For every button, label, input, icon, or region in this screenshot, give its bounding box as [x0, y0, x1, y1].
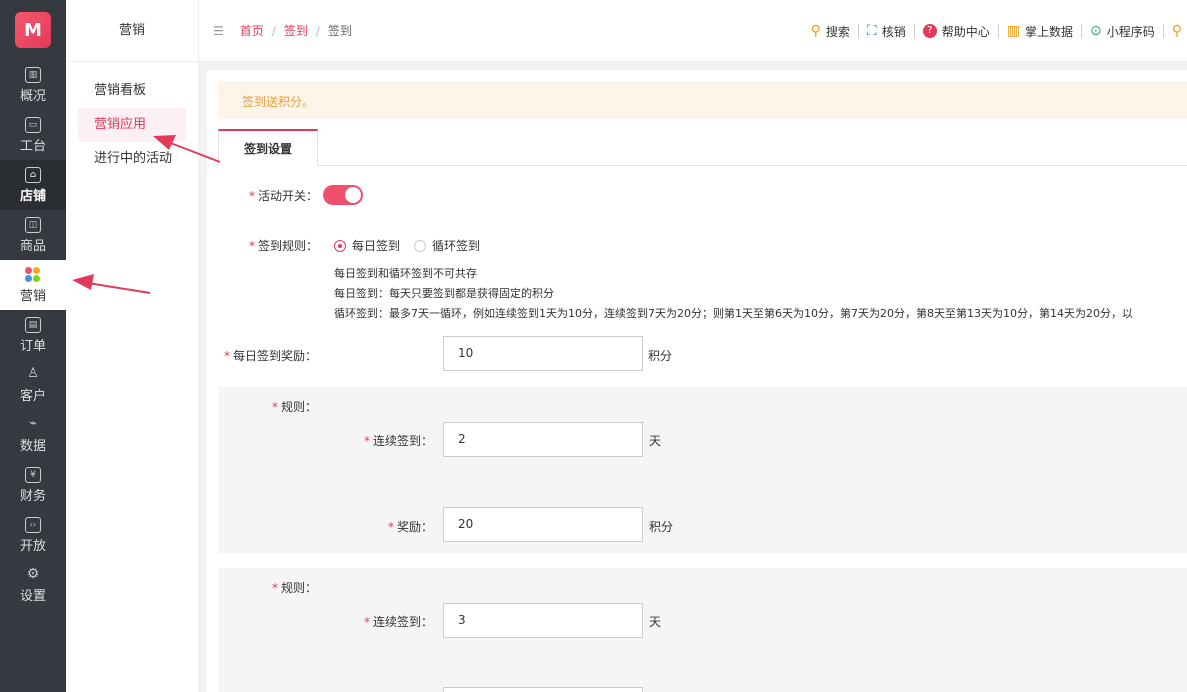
nav-label: 店铺 — [19, 188, 46, 204]
collapse-menu-icon[interactable]: ☰ — [213, 24, 224, 38]
tool-label: 掌上数据 — [1024, 24, 1073, 39]
bag-icon: ◫ — [25, 216, 41, 233]
app-logo[interactable]: M — [0, 0, 66, 60]
chart-icon: ▥ — [1006, 23, 1020, 39]
verify-button[interactable]: ⛶ 核销 — [859, 23, 915, 39]
tool-label: 搜索 — [825, 24, 850, 39]
search-icon: ⚲ — [810, 23, 821, 39]
nav-item-goods[interactable]: ◫ 商品 — [0, 210, 66, 260]
daily-reward-label: * 每日签到奖励： — [224, 349, 318, 363]
logo-icon: M — [15, 12, 51, 48]
daily-reward-input[interactable]: 10 — [443, 336, 643, 371]
secondary-sidebar: 营销 营销看板 营销应用 进行中的活动 — [66, 0, 199, 692]
nav-label: 订单 — [19, 338, 46, 354]
rule-box-2: * 规则： * 连续签到： 3 天 — [218, 568, 1187, 692]
rule-desc-1: 每日签到和循环签到不可共存 — [334, 267, 477, 280]
radio-dot — [334, 239, 346, 252]
order-icon: ▤ — [25, 316, 41, 333]
more-icon: ⚲ — [1171, 23, 1182, 39]
scan-icon: ⛶ — [866, 23, 877, 39]
finance-icon: ¥ — [25, 466, 41, 483]
subnav-title: 营销 — [66, 0, 198, 62]
consecutive-days-input[interactable]: 2 — [443, 422, 643, 457]
nav-label: 客户 — [19, 388, 46, 404]
nav-label: 概况 — [19, 88, 46, 104]
radio-daily[interactable]: 每日签到 — [334, 237, 400, 254]
breadcrumb-separator: / — [315, 23, 320, 38]
subnav-item-dashboard[interactable]: 营销看板 — [66, 74, 198, 108]
help-center-button[interactable]: ? 帮助中心 — [915, 24, 999, 39]
primary-sidebar: M ▥ 概况 ▭ 工台 ⌂ 店铺 ◫ 商品 营销 ▤ 订单 ♙ 客户 ⌁ 数据 … — [0, 0, 66, 692]
breadcrumb-home[interactable]: 首页 — [240, 22, 264, 39]
nav-item-customers[interactable]: ♙ 客户 — [0, 360, 66, 410]
tool-label: 核销 — [881, 24, 906, 39]
tool-label: 小程序码 — [1106, 24, 1155, 39]
nav-item-overview[interactable]: ▥ 概况 — [0, 60, 66, 110]
tab-checkin-settings[interactable]: 签到设置 — [218, 129, 318, 166]
nav-label: 财务 — [19, 488, 46, 504]
tab-bar: 签到设置 — [218, 129, 1187, 166]
miniapp-code-button[interactable]: ⊙ 小程序码 — [1082, 23, 1164, 39]
rule-title: * 规则： — [272, 581, 318, 595]
radio-dot — [414, 239, 426, 252]
subnav-item-apps[interactable]: 营销应用 — [78, 108, 186, 142]
consecutive-days-label: * 连续签到： — [364, 615, 434, 629]
switch-label: * 活动开关： — [249, 189, 319, 203]
help-icon: ? — [922, 24, 937, 38]
mobile-data-button[interactable]: ▥ 掌上数据 — [999, 23, 1082, 39]
main-content: 签到送积分。 签到设置 * 活动开关： * 签到规则： 每日签到 循环签到 每日签到… — [207, 70, 1187, 692]
nav-item-settings[interactable]: ⚙ 设置 — [0, 560, 66, 610]
nav-item-open[interactable]: ‹› 开放 — [0, 510, 66, 560]
reward-input-partial[interactable] — [443, 687, 643, 692]
customer-icon: ♙ — [27, 365, 39, 381]
activity-toggle[interactable] — [323, 185, 363, 205]
marketing-icon — [25, 266, 41, 283]
nav-label: 商品 — [19, 238, 46, 254]
tool-label: 帮助中心 — [941, 24, 990, 39]
settings-icon: ⚙ — [26, 565, 40, 582]
radio-cycle[interactable]: 循环签到 — [414, 237, 480, 254]
nav-item-finance[interactable]: ¥ 财务 — [0, 460, 66, 510]
nav-label: 营销 — [19, 288, 46, 304]
rule-box-1: * 规则： * 连续签到： 2 天 * 奖励： 20 积分 — [218, 387, 1187, 553]
nav-item-store[interactable]: ⌂ 店铺 — [0, 160, 66, 210]
breadcrumb: 首页 / 签到 / 签到 — [240, 22, 352, 39]
consecutive-days-input[interactable]: 3 — [443, 603, 643, 638]
nav-label: 工台 — [19, 138, 46, 154]
subnav-item-ongoing[interactable]: 进行中的活动 — [66, 142, 198, 176]
reward-unit: 积分 — [649, 520, 674, 534]
top-header: ☰ 首页 / 签到 / 签到 ⚲ 搜索 ⛶ 核销 ? 帮助中心 ▥ 掌上数据 ⊙… — [199, 0, 1187, 62]
rule-title: * 规则： — [272, 400, 318, 414]
nav-label: 开放 — [19, 538, 46, 554]
breadcrumb-separator: / — [271, 23, 276, 38]
data-icon: ⌁ — [29, 415, 37, 431]
miniapp-icon: ⊙ — [1089, 23, 1102, 39]
overview-icon: ▥ — [25, 66, 41, 83]
notice-bar: 签到送积分。 — [218, 81, 1187, 119]
search-button[interactable]: ⚲ 搜索 — [803, 23, 859, 39]
days-unit: 天 — [649, 615, 662, 629]
breadcrumb-checkin[interactable]: 签到 — [284, 22, 308, 39]
reward-input[interactable]: 20 — [443, 507, 643, 542]
more-tool-button[interactable]: ⚲ — [1164, 23, 1187, 39]
consecutive-days-label: * 连续签到： — [364, 434, 434, 448]
rule-label: * 签到规则： — [249, 239, 319, 253]
monitor-icon: ▭ — [25, 116, 41, 133]
nav-item-marketing[interactable]: 营销 — [0, 260, 66, 310]
open-icon: ‹› — [25, 516, 41, 533]
nav-item-orders[interactable]: ▤ 订单 — [0, 310, 66, 360]
nav-label: 数据 — [19, 438, 46, 454]
breadcrumb-current: 签到 — [327, 24, 352, 38]
daily-reward-unit: 积分 — [648, 349, 673, 363]
header-toolbar: ⚲ 搜索 ⛶ 核销 ? 帮助中心 ▥ 掌上数据 ⊙ 小程序码 ⚲ — [803, 0, 1187, 62]
nav-item-data[interactable]: ⌁ 数据 — [0, 410, 66, 460]
rule-desc-2: 每日签到：每天只要签到都是获得固定的积分 — [334, 287, 554, 300]
rule-desc-3: 循环签到：最多7天一循环，例如连续签到1天为10分，连续签到7天为20分；则第1… — [334, 307, 1133, 320]
nav-item-workbench[interactable]: ▭ 工台 — [0, 110, 66, 160]
days-unit: 天 — [649, 434, 662, 448]
nav-label: 设置 — [19, 588, 46, 604]
store-icon: ⌂ — [25, 166, 41, 183]
reward-label: * 奖励： — [388, 520, 434, 534]
